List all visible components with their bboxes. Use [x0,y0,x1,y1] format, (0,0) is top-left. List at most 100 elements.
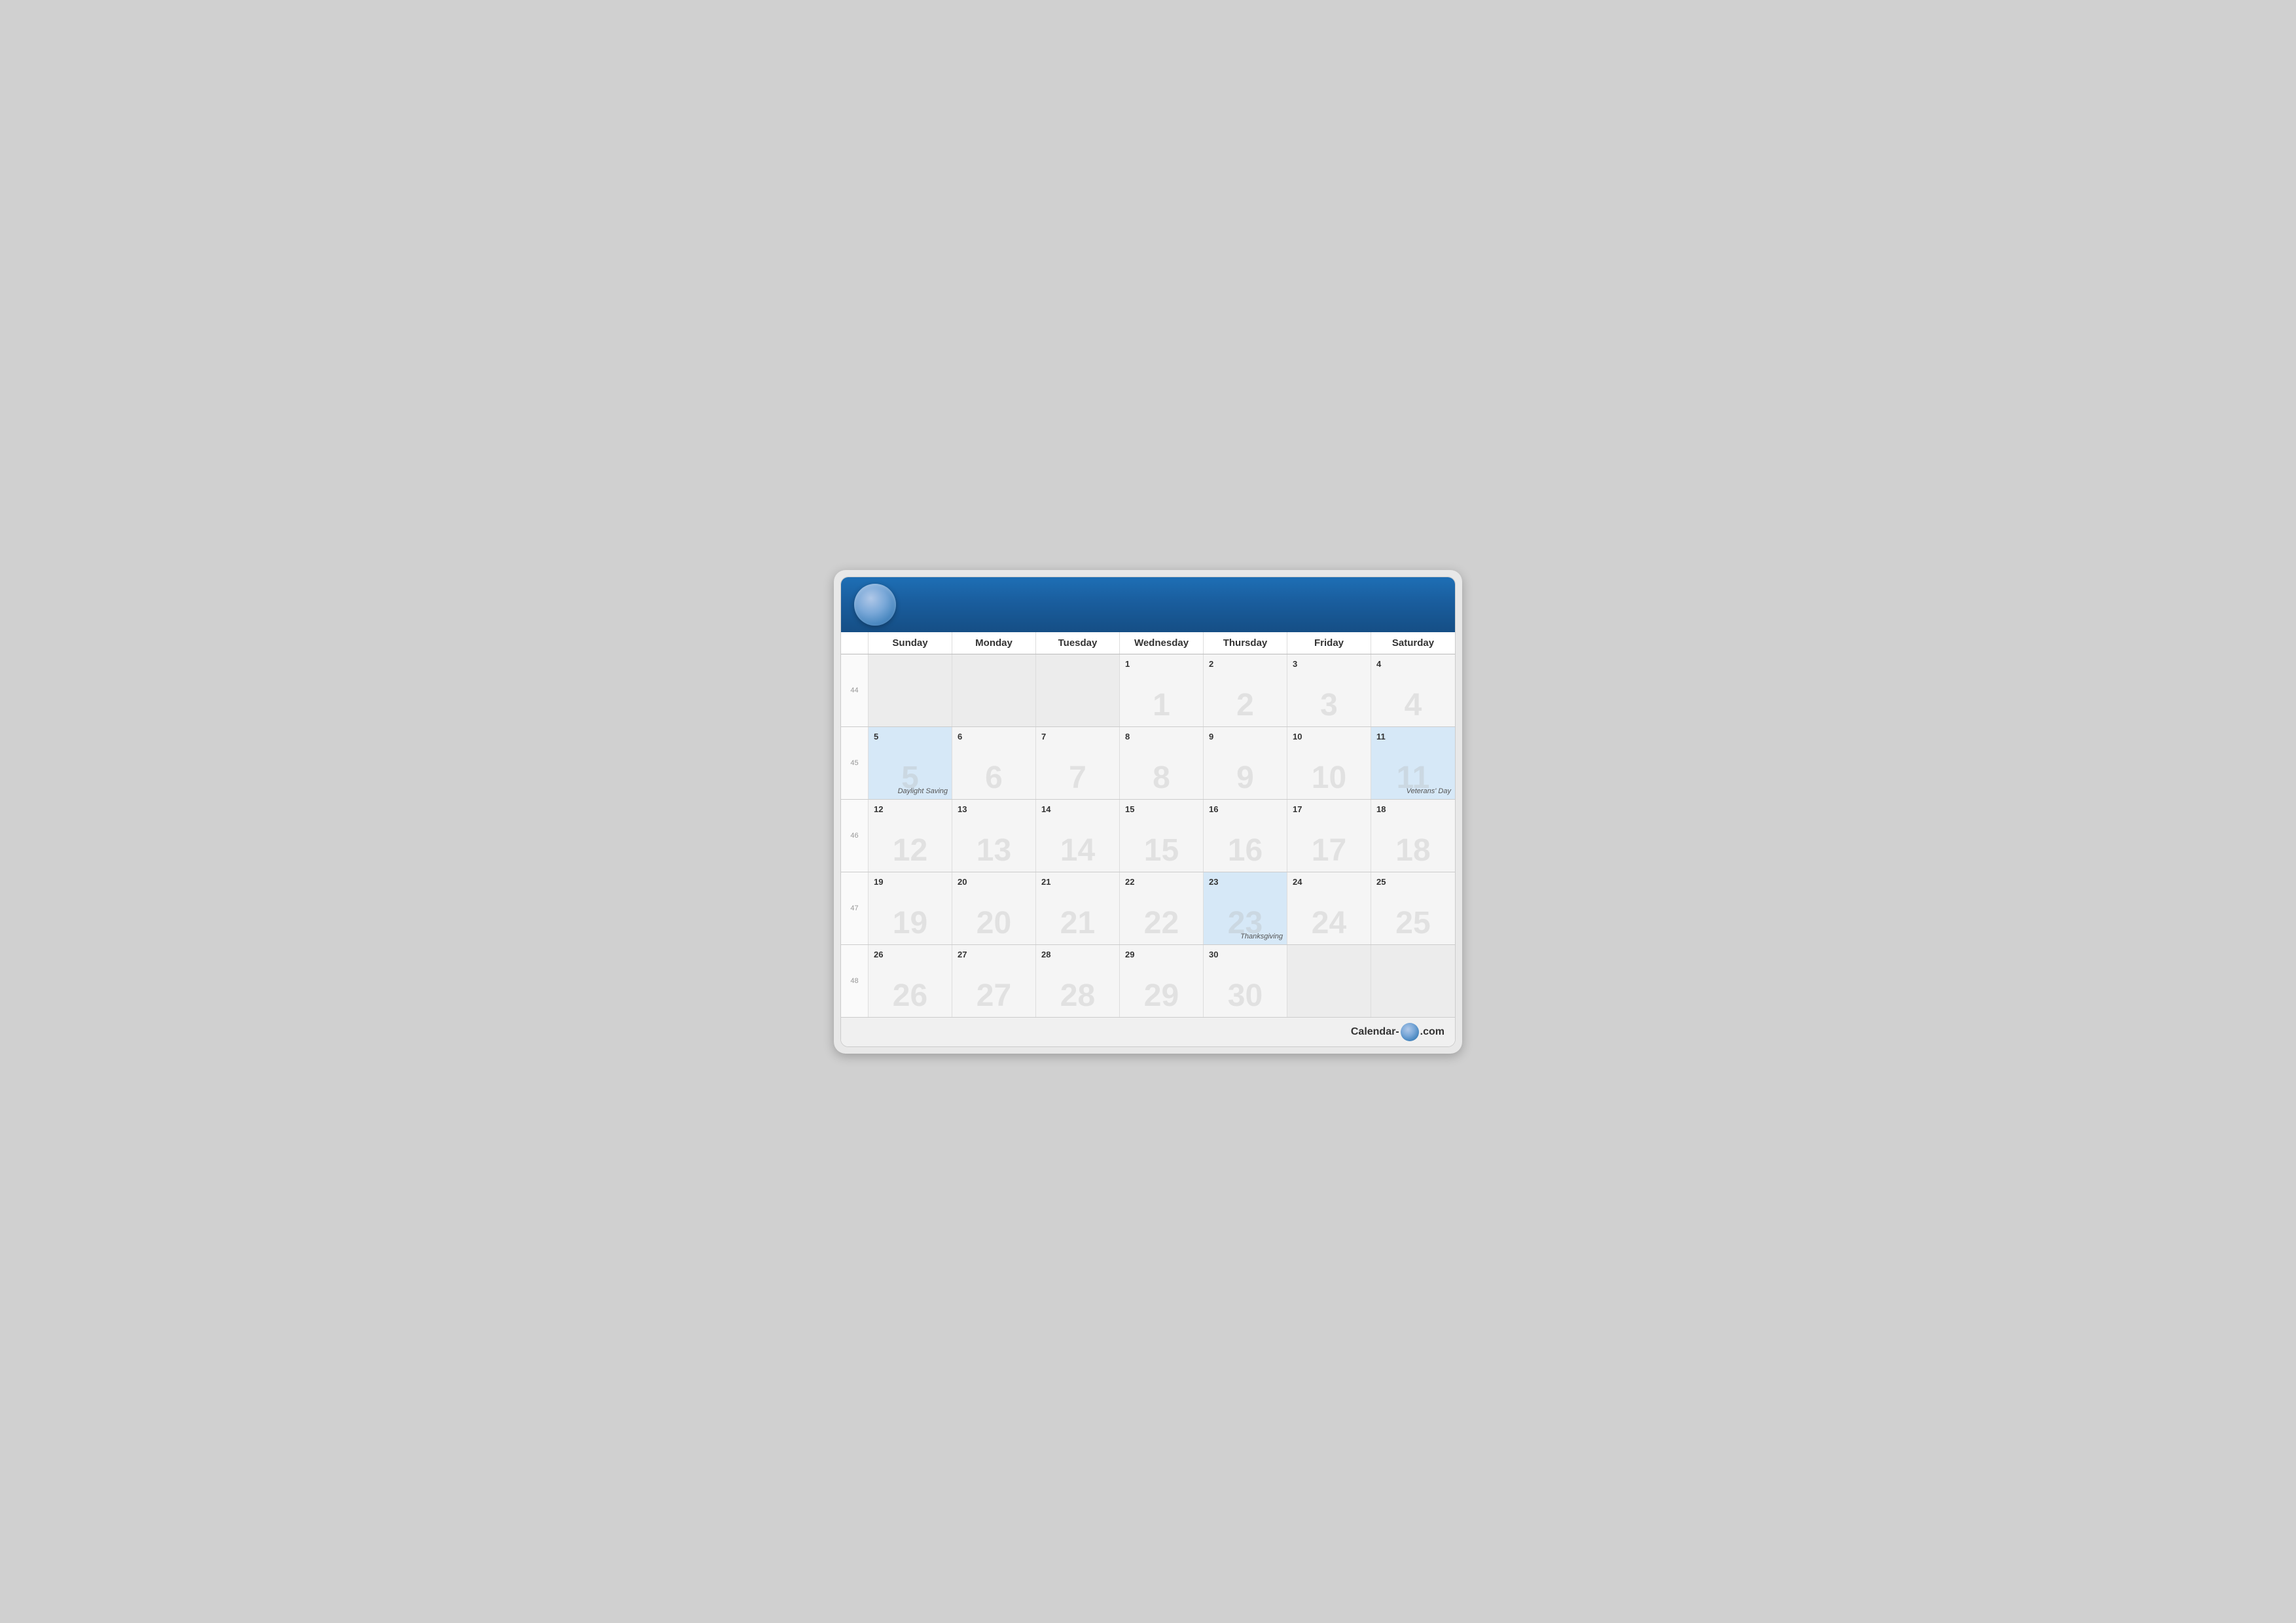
calendar-container: SundayMondayTuesdayWednesdayThursdayFrid… [840,577,1456,1047]
dow-cell-saturday: Saturday [1371,632,1455,654]
day-cell-1[interactable]: 11 [1120,654,1204,726]
day-number: 13 [958,804,1030,815]
dow-cell-monday: Monday [952,632,1036,654]
day-cell-15[interactable]: 1515 [1120,800,1204,872]
day-cell-9[interactable]: 99 [1204,727,1287,799]
footer-calendar-text: Calendar- [1351,1026,1399,1038]
day-number: 22 [1125,876,1198,888]
day-cell-28[interactable]: 28 28 [1036,945,1120,1017]
day-cell-11[interactable]: 1111Veterans' Day [1371,727,1455,799]
day-number: 28 [1041,949,1114,961]
day-number: 4 [1376,658,1450,670]
dow-cell-thursday: Thursday [1204,632,1287,654]
day-cell-empty-0-0[interactable] [869,654,952,726]
day-cell-12[interactable]: 12 12 [869,800,952,872]
day-cell-3[interactable]: 33 [1287,654,1371,726]
day-cell-17[interactable]: 1717 [1287,800,1371,872]
day-watermark: 8 [1120,762,1203,794]
cal-week-48: 4826262727282829293030 [841,945,1455,1017]
day-cell-30[interactable]: 3030 [1204,945,1287,1017]
footer-right: Calendar- .com [1351,1023,1444,1041]
day-cell-7[interactable]: 77 [1036,727,1120,799]
day-watermark: 24 [1287,908,1371,939]
logo-circle [854,584,896,626]
day-cell-10[interactable]: 1010 [1287,727,1371,799]
day-cell-16[interactable]: 1616 [1204,800,1287,872]
day-watermark: 27 [952,980,1035,1012]
day-cell-empty-4-5[interactable] [1287,945,1371,1017]
day-cell-14[interactable]: 14 14 [1036,800,1120,872]
day-cell-empty-0-2[interactable] [1036,654,1120,726]
day-cell-5[interactable]: 55Daylight Saving [869,727,952,799]
day-watermark: 28 [1036,980,1119,1012]
week-number-45: 45 [841,727,869,799]
day-number: 6 [958,731,1030,743]
day-number: 12 [874,804,946,815]
day-cell-24[interactable]: 24 24 [1287,872,1371,944]
day-cell-20[interactable]: 2020 [952,872,1036,944]
day-watermark: 14 [1036,835,1119,866]
cal-week-46: 461212131314141515161617171818 [841,800,1455,872]
day-cell-8[interactable]: 88 [1120,727,1204,799]
dow-cell-friday: Friday [1287,632,1371,654]
day-cell-22[interactable]: 2222 [1120,872,1204,944]
day-watermark: 16 [1204,835,1287,866]
week-number-47: 47 [841,872,869,944]
day-cell-29[interactable]: 29 29 [1120,945,1204,1017]
cal-week-45: 4555Daylight Saving6677889910101111Veter… [841,727,1455,800]
day-cell-26[interactable]: 2626 [869,945,952,1017]
day-cell-25[interactable]: 25 25 [1371,872,1455,944]
calendar-header [841,577,1455,632]
day-watermark: 6 [952,762,1035,794]
day-cell-6[interactable]: 66 [952,727,1036,799]
day-cell-2[interactable]: 22 [1204,654,1287,726]
day-watermark: 26 [869,980,952,1012]
day-event: Thanksgiving [1240,933,1283,940]
day-number: 18 [1376,804,1450,815]
week-number-48: 48 [841,945,869,1017]
day-cell-empty-0-1[interactable] [952,654,1036,726]
day-watermark: 19 [869,908,952,939]
day-watermark: 12 [869,835,952,866]
day-cell-27[interactable]: 27 27 [952,945,1036,1017]
day-number: 10 [1293,731,1365,743]
day-watermark: 29 [1120,980,1203,1012]
day-number: 1 [1125,658,1198,670]
week-number-46: 46 [841,800,869,872]
day-event: Daylight Saving [898,787,948,795]
day-number: 25 [1376,876,1450,888]
day-number: 11 [1376,731,1450,743]
day-number: 27 [958,949,1030,961]
day-number: 23 [1209,876,1282,888]
cal-week-44: 4411223344 [841,654,1455,727]
day-cell-4[interactable]: 44 [1371,654,1455,726]
day-event: Veterans' Day [1407,787,1451,795]
day-number: 29 [1125,949,1198,961]
day-number: 14 [1041,804,1114,815]
cal-week-47: 4719192020212122222323Thanksgiving242425… [841,872,1455,945]
day-number: 19 [874,876,946,888]
day-number: 30 [1209,949,1282,961]
day-watermark: 15 [1120,835,1203,866]
dow-cell-tuesday: Tuesday [1036,632,1120,654]
day-number: 17 [1293,804,1365,815]
day-watermark: 2 [1204,690,1287,721]
calendar-grid: 44112233444555Daylight Saving66778899101… [841,654,1455,1017]
day-watermark: 1 [1120,690,1203,721]
day-cell-13[interactable]: 1313 [952,800,1036,872]
day-number: 21 [1041,876,1114,888]
day-watermark: 3 [1287,690,1371,721]
dow-cell-wednesday: Wednesday [1120,632,1204,654]
day-cell-21[interactable]: 2121 [1036,872,1120,944]
day-number: 7 [1041,731,1114,743]
dow-cell-sunday: Sunday [869,632,952,654]
page-wrapper: SundayMondayTuesdayWednesdayThursdayFrid… [834,570,1462,1054]
day-cell-23[interactable]: 2323Thanksgiving [1204,872,1287,944]
day-cell-18[interactable]: 1818 [1371,800,1455,872]
day-cell-19[interactable]: 1919 [869,872,952,944]
day-number: 16 [1209,804,1282,815]
day-number: 3 [1293,658,1365,670]
day-number: 24 [1293,876,1365,888]
day-watermark: 25 [1371,908,1455,939]
day-cell-empty-4-6[interactable] [1371,945,1455,1017]
